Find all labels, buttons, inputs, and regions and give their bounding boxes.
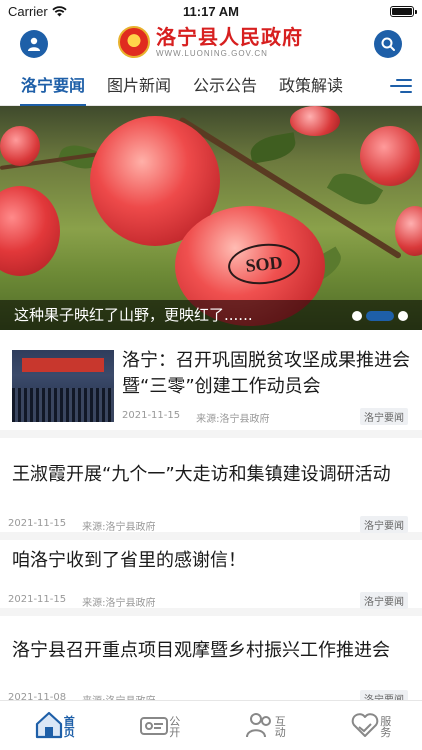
person-icon (28, 37, 40, 51)
apple (360, 126, 420, 186)
carousel-dot[interactable] (398, 311, 408, 321)
news-date: 2021-11-15 (8, 594, 67, 605)
tab-interaction[interactable]: 互动 (211, 701, 317, 750)
news-item[interactable]: 洛宁：召开巩固脱贫攻坚成果推进会暨“三零”创建工作动员会 2021-11-15 … (0, 330, 422, 438)
tab-public-notice[interactable]: 公示公告 (182, 66, 268, 106)
people-icon: 互动 (245, 710, 286, 742)
app-header: 洛宁县人民政府 WWW.LUONING.GOV.CN (0, 22, 422, 66)
logo-subtitle: WWW.LUONING.GOV.CN (156, 49, 268, 58)
news-thumbnail (12, 350, 114, 422)
apple (0, 126, 40, 166)
news-item[interactable]: 王淑霞开展“九个一”大走访和集镇建设调研活动 2021-11-15 来源:洛宁县… (0, 438, 422, 540)
home-icon: 首页 (34, 710, 75, 742)
news-date: 2021-11-15 (8, 518, 67, 529)
news-meta: 2021-11-15 来源:洛宁县政府 (8, 594, 156, 609)
status-time: 11:17 AM (183, 4, 239, 19)
carousel-dot[interactable] (352, 311, 362, 321)
heart-hand-icon: 服务 (350, 710, 391, 742)
news-title: 洛宁：召开巩固脱贫攻坚成果推进会暨“三零”创建工作动员会 (122, 350, 410, 397)
carousel-dots (352, 311, 408, 321)
news-tag: 洛宁要闻 (360, 516, 408, 533)
tab-home-label: 首页 (63, 714, 75, 739)
national-emblem-icon (118, 25, 150, 58)
logo-text: 洛宁县人民政府 WWW.LUONING.GOV.CN (156, 25, 303, 58)
carousel-dot-active[interactable] (366, 311, 394, 321)
apple (395, 206, 422, 256)
category-tabs: 洛宁要闻 图片新闻 公示公告 政策解读 (0, 66, 422, 106)
apple (0, 186, 60, 276)
news-item[interactable]: 咱洛宁收到了省里的感谢信！ 2021-11-15 来源:洛宁县政府 洛宁要闻 (0, 540, 422, 616)
tab-disclosure[interactable]: 公开 (106, 701, 212, 750)
tab-policy-interpretation[interactable]: 政策解读 (268, 66, 354, 106)
status-bar: Carrier 11:17 AM (0, 0, 422, 22)
search-button[interactable] (374, 30, 402, 58)
bottom-tab-bar: 首页 公开 互动 服务 (0, 700, 422, 750)
menu-icon[interactable] (390, 76, 412, 96)
tab-disclosure-label: 公开 (169, 714, 181, 739)
search-icon (381, 37, 395, 51)
tab-photo-news[interactable]: 图片新闻 (96, 66, 182, 106)
apple (290, 106, 340, 136)
news-tag: 洛宁要闻 (360, 592, 408, 609)
government-logo: 洛宁县人民政府 WWW.LUONING.GOV.CN (118, 25, 303, 58)
banner-carousel[interactable]: SOD 这种果子映红了山野，更映红了...... (0, 106, 422, 330)
news-meta: 2021-11-15 来源:洛宁县政府 (122, 410, 270, 425)
news-tag: 洛宁要闻 (360, 408, 408, 425)
leaf (248, 132, 298, 164)
news-source: 来源:洛宁县政府 (196, 414, 270, 425)
news-title: 洛宁县召开重点项目观摩暨乡村振兴工作推进会 (12, 640, 390, 661)
battery-icon (390, 5, 417, 17)
news-title: 王淑霞开展“九个一”大走访和集镇建设调研活动 (12, 464, 391, 485)
tab-luoning-news[interactable]: 洛宁要闻 (10, 66, 96, 106)
news-item[interactable]: 洛宁县召开重点项目观摩暨乡村振兴工作推进会 2021-11-08 来源:洛宁县政… (0, 616, 422, 707)
user-button[interactable] (20, 30, 48, 58)
document-icon: 公开 (139, 710, 180, 742)
tab-scroll[interactable]: 洛宁要闻 图片新闻 公示公告 政策解读 (0, 66, 376, 106)
logo-title: 洛宁县人民政府 (156, 25, 303, 49)
news-title: 咱洛宁收到了省里的感谢信！ (12, 550, 246, 571)
news-source: 来源:洛宁县政府 (82, 598, 156, 609)
news-date: 2021-11-15 (122, 410, 181, 421)
tab-home[interactable]: 首页 (0, 701, 106, 750)
tab-service-label: 服务 (380, 714, 392, 739)
news-source: 来源:洛宁县政府 (82, 522, 156, 533)
news-meta: 2021-11-15 来源:洛宁县政府 (8, 518, 156, 533)
tab-interaction-label: 互动 (274, 714, 286, 739)
tab-service[interactable]: 服务 (317, 701, 422, 750)
